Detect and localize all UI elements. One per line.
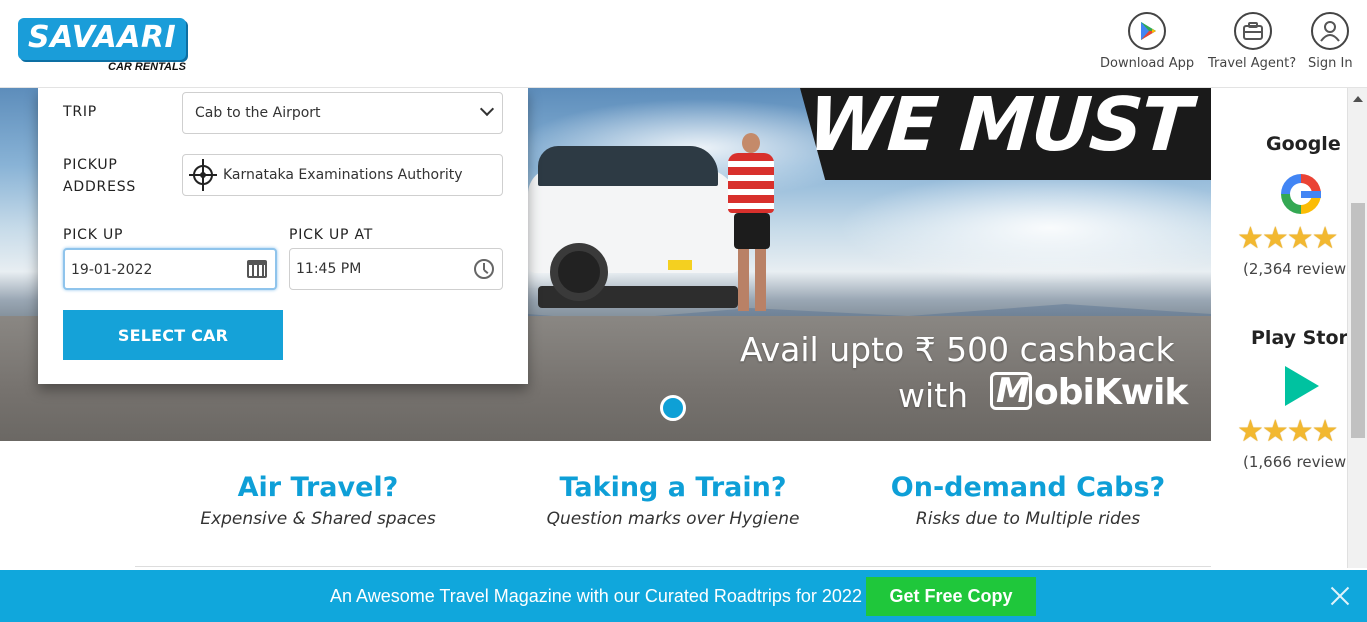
promo-bar-text: An Awesome Travel Magazine with our Cura… bbox=[330, 586, 862, 606]
car-window bbox=[538, 146, 718, 186]
logo-text: SAVAARI bbox=[28, 20, 177, 55]
logo-subtitle: CAR RENTALS bbox=[108, 61, 187, 73]
person-legs bbox=[738, 249, 766, 311]
chevron-down-icon bbox=[479, 101, 495, 117]
person-head bbox=[742, 133, 760, 153]
play-store-icon bbox=[1285, 366, 1319, 406]
banner-headline: WE MUST bbox=[804, 88, 1193, 168]
feature-train: Taking a Train? Question marks over Hygi… bbox=[493, 472, 853, 529]
page-scrollbar[interactable] bbox=[1347, 88, 1367, 568]
cashback-text: Avail upto ₹ 500 cashback bbox=[740, 330, 1175, 369]
travel-agent-link[interactable]: Travel Agent? bbox=[1208, 12, 1296, 71]
feature-title: Air Travel? bbox=[237, 472, 399, 503]
google-rating-title: Google bbox=[1266, 133, 1341, 155]
carousel-dot[interactable] bbox=[660, 395, 686, 421]
pickup-date-label: PICK UP bbox=[63, 227, 124, 243]
scroll-thumb[interactable] bbox=[1351, 203, 1365, 438]
play-store-icon bbox=[1128, 12, 1167, 50]
feature-subtitle: Expensive & Shared spaces bbox=[200, 509, 436, 529]
site-header: SAVAARI CAR RENTALS Download App Travel … bbox=[0, 0, 1367, 88]
google-stars: ★★★★ bbox=[1237, 221, 1339, 256]
pickup-address-label-line1: PICKUP bbox=[63, 157, 118, 173]
car-plate bbox=[668, 260, 692, 270]
sign-in-label: Sign In bbox=[1308, 56, 1353, 71]
pickup-date-value: 19-01-2022 bbox=[71, 262, 153, 278]
download-app-label: Download App bbox=[1100, 56, 1195, 71]
trip-select-value: Cab to the Airport bbox=[195, 105, 321, 121]
ratings-panel: Google ★★★★ (2,364 review Play Store ★★★… bbox=[1211, 88, 1347, 568]
pickup-address-input[interactable]: Karnataka Examinations Authority bbox=[182, 154, 503, 196]
get-free-copy-button[interactable]: Get Free Copy bbox=[866, 577, 1036, 616]
play-store-rating-title: Play Store bbox=[1251, 327, 1347, 349]
select-car-button[interactable]: SELECT CAR bbox=[63, 310, 283, 360]
close-icon[interactable] bbox=[1330, 586, 1350, 606]
traveler-image bbox=[720, 133, 780, 313]
scroll-up-arrow-icon[interactable] bbox=[1353, 96, 1363, 102]
play-store-review-count: (1,666 review bbox=[1243, 453, 1347, 471]
pickup-address-value: Karnataka Examinations Authority bbox=[223, 167, 463, 183]
briefcase-icon bbox=[1234, 12, 1272, 50]
suv-image bbox=[528, 138, 743, 308]
sign-in-link[interactable]: Sign In bbox=[1308, 12, 1353, 71]
user-icon bbox=[1311, 12, 1350, 50]
mobikwik-wordmark: obiKwik bbox=[1034, 372, 1188, 413]
trip-label: TRIP bbox=[63, 104, 98, 120]
magazine-promo-bar: An Awesome Travel Magazine with our Cura… bbox=[0, 570, 1367, 622]
person-shirt bbox=[728, 153, 774, 213]
pickup-date-input[interactable]: 19-01-2022 bbox=[63, 248, 277, 290]
google-g-icon bbox=[1281, 174, 1321, 214]
download-app-link[interactable]: Download App bbox=[1100, 12, 1194, 71]
clock-icon[interactable] bbox=[474, 259, 494, 279]
booking-form: TRIP Cab to the Airport PICKUP ADDRESS K… bbox=[38, 88, 528, 384]
mobikwik-mark bbox=[990, 371, 1032, 411]
section-divider bbox=[135, 566, 1211, 567]
person-shorts bbox=[734, 213, 770, 249]
google-review-count: (2,364 review bbox=[1243, 260, 1347, 278]
play-store-stars: ★★★★ bbox=[1237, 414, 1339, 449]
pickup-time-label: PICK UP AT bbox=[289, 227, 374, 243]
pickup-time-input[interactable]: 11:45 PM bbox=[289, 248, 503, 290]
pickup-address-label-line2: ADDRESS bbox=[63, 179, 137, 195]
feature-on-demand-cabs: On-demand Cabs? Risks due to Multiple ri… bbox=[848, 472, 1208, 529]
mobikwik-logo: obiKwik bbox=[990, 371, 1188, 413]
feature-air-travel: Air Travel? Expensive & Shared spaces bbox=[138, 472, 498, 529]
feature-title: Taking a Train? bbox=[559, 472, 787, 503]
feature-subtitle: Risks due to Multiple rides bbox=[915, 509, 1141, 529]
feature-subtitle: Question marks over Hygiene bbox=[546, 509, 800, 529]
logo-badge: SAVAARI bbox=[18, 18, 186, 60]
travel-agent-label: Travel Agent? bbox=[1208, 56, 1297, 71]
cashback-with-text: with bbox=[898, 376, 969, 415]
savaari-logo[interactable]: SAVAARI CAR RENTALS bbox=[18, 18, 188, 74]
calendar-icon[interactable] bbox=[247, 260, 267, 278]
trip-select[interactable]: Cab to the Airport bbox=[182, 92, 503, 134]
feature-title: On-demand Cabs? bbox=[890, 472, 1166, 503]
pickup-time-value: 11:45 PM bbox=[296, 261, 362, 277]
car-wheel bbox=[550, 243, 608, 301]
locate-crosshair bbox=[202, 159, 204, 191]
